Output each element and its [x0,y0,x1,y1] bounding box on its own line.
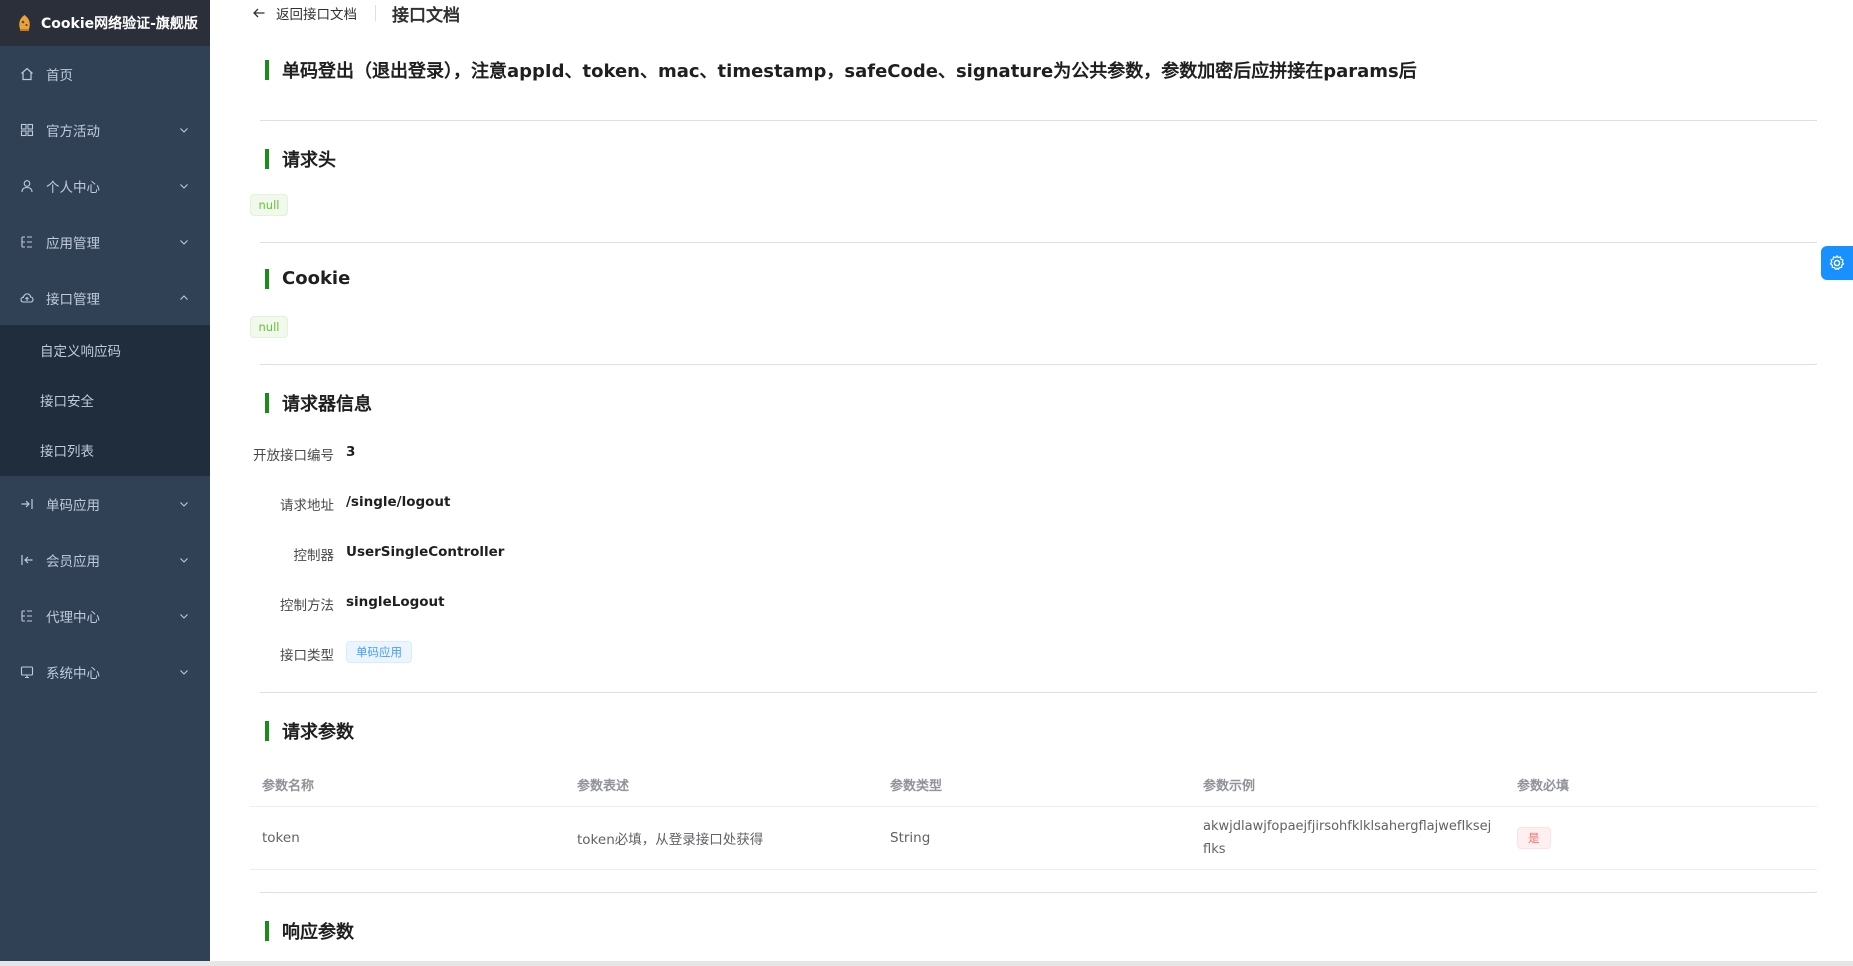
logout-icon [21,555,33,565]
header-divider [375,5,376,21]
info-label-url: 请求地址 [280,498,334,514]
section-title-text: 请求参数 [282,722,354,743]
divider [260,364,1817,365]
login-icon [21,499,33,509]
monitor-icon [20,666,34,679]
main-content: 返回接口文档 接口文档 单码登出（退出登录），注意appId、token、mac… [210,0,1853,961]
headers-null-tag: null [250,194,288,216]
divider [260,242,1817,243]
sidebar-item-label: 接口管理 [46,292,100,308]
section-response-params: 响应参数 [265,918,354,944]
arrow-left-icon[interactable] [252,6,266,20]
chevron-down-icon [180,502,188,507]
sidebar-subitem-api-list[interactable]: 接口列表 [0,425,210,475]
section-request-headers: 请求头 [265,146,336,172]
column-header: 参数示例 [1203,778,1256,794]
section-title-text: 响应参数 [282,922,354,943]
cookie-null-tag: null [250,316,288,338]
sidebar-item-member[interactable]: 会员应用 [0,532,210,588]
back-button[interactable]: 返回接口文档 [276,3,357,23]
window-bottom-edge [0,961,1853,966]
info-label-controller: 控制器 [293,548,335,564]
required-tag: 是 [1517,827,1551,849]
param-name-cell: token [262,830,300,846]
sidebar-subitem-label: 接口安全 [40,394,94,410]
divider [260,120,1817,121]
sidebar-item-label: 首页 [46,68,73,84]
cloud-icon [20,293,34,303]
sidebar: Cookie网络验证-旗舰版 首页 官方活动 个人中心 应用管理 接口管理 自定… [0,0,210,961]
sidebar-item-label: 单码应用 [46,498,100,514]
table-header-row: 参数名称 参数表述 参数类型 参数示例 参数必填 [250,762,1817,807]
sidebar-item-label: 官方活动 [46,124,100,140]
sidebar-item-system[interactable]: 系统中心 [0,644,210,700]
info-label-method: 控制方法 [280,598,334,614]
app-logo-icon [19,15,30,31]
sidebar-item-label: 代理中心 [46,610,100,626]
sidebar-logo[interactable]: Cookie网络验证-旗舰版 [0,0,210,46]
tree-icon [21,236,32,248]
column-header: 参数表述 [577,778,630,794]
doc-main-title: 单码登出（退出登录），注意appId、token、mac、timestamp，s… [265,57,1417,83]
param-type-cell: String [890,830,931,846]
settings-button[interactable] [1821,246,1853,280]
info-value-controller: UserSingleController [346,544,505,560]
column-header: 参数类型 [890,778,943,794]
chevron-down-icon [180,240,188,245]
section-cookie: Cookie [265,268,350,289]
sidebar-item-label: 系统中心 [46,666,100,682]
sidebar-subitem-api-security[interactable]: 接口安全 [0,375,210,425]
sidebar-item-single-code[interactable]: 单码应用 [0,476,210,532]
param-example-cell: akwjdlawjfopaejfjirsohfklklsahergflajwef… [1203,807,1493,869]
doc-main-title-text: 单码登出（退出登录），注意appId、token、mac、timestamp，s… [282,61,1417,82]
section-request-params: 请求参数 [265,718,354,744]
section-requester-info: 请求器信息 [265,390,372,416]
app-title: Cookie网络验证-旗舰版 [41,16,198,32]
api-type-tag: 单码应用 [346,641,412,663]
sidebar-item-label: 应用管理 [46,236,100,252]
divider [260,892,1817,893]
sidebar-item-agent[interactable]: 代理中心 [0,588,210,644]
param-desc-cell: token必填，从登录接口处获得 [577,832,764,848]
divider [260,692,1817,693]
tree-icon [21,610,32,622]
sidebar-item-label: 会员应用 [46,554,100,570]
sidebar-item-app-management[interactable]: 应用管理 [0,214,210,270]
info-value-url: /single/logout [346,494,451,510]
info-value-id: 3 [346,444,356,460]
chevron-down-icon [180,128,188,133]
sidebar-item-api-management[interactable]: 接口管理 [0,270,210,326]
page-header: 返回接口文档 接口文档 [252,0,460,26]
chevron-up-icon [180,295,188,300]
chevron-down-icon [180,558,188,563]
info-label-id: 开放接口编号 [253,448,334,464]
sidebar-item-label: 个人中心 [46,180,100,196]
sidebar-subitem-label: 自定义响应码 [40,344,121,360]
page-scrollbar[interactable] [1840,0,1853,961]
column-header: 参数必填 [1517,778,1570,794]
section-title-text: 请求器信息 [282,394,372,415]
sidebar-item-home[interactable]: 首页 [0,46,210,102]
grid-icon [20,123,34,137]
param-example-text: akwjdlawjfopaejfjirsohfklklsahergflajwef… [1203,819,1492,857]
chevron-down-icon [180,614,188,619]
info-value-method: singleLogout [346,594,445,610]
home-icon [21,67,33,81]
section-title-text: 请求头 [282,150,336,171]
column-header: 参数名称 [262,778,315,794]
chevron-down-icon [180,184,188,189]
gear-icon [1829,255,1845,270]
sidebar-item-activities[interactable]: 官方活动 [0,102,210,158]
sidebar-subitem-label: 接口列表 [40,444,94,460]
param-required-cell: 是 [1517,807,1551,869]
chevron-down-icon [180,670,188,675]
section-title-text: Cookie [282,268,351,289]
user-icon [21,180,33,193]
info-label-type: 接口类型 [280,648,334,664]
table-row: token token必填，从登录接口处获得 String akwjdlawjf… [250,807,1817,870]
sidebar-item-profile[interactable]: 个人中心 [0,158,210,214]
sidebar-subitem-custom-codes[interactable]: 自定义响应码 [0,325,210,375]
page-title: 接口文档 [392,5,460,26]
